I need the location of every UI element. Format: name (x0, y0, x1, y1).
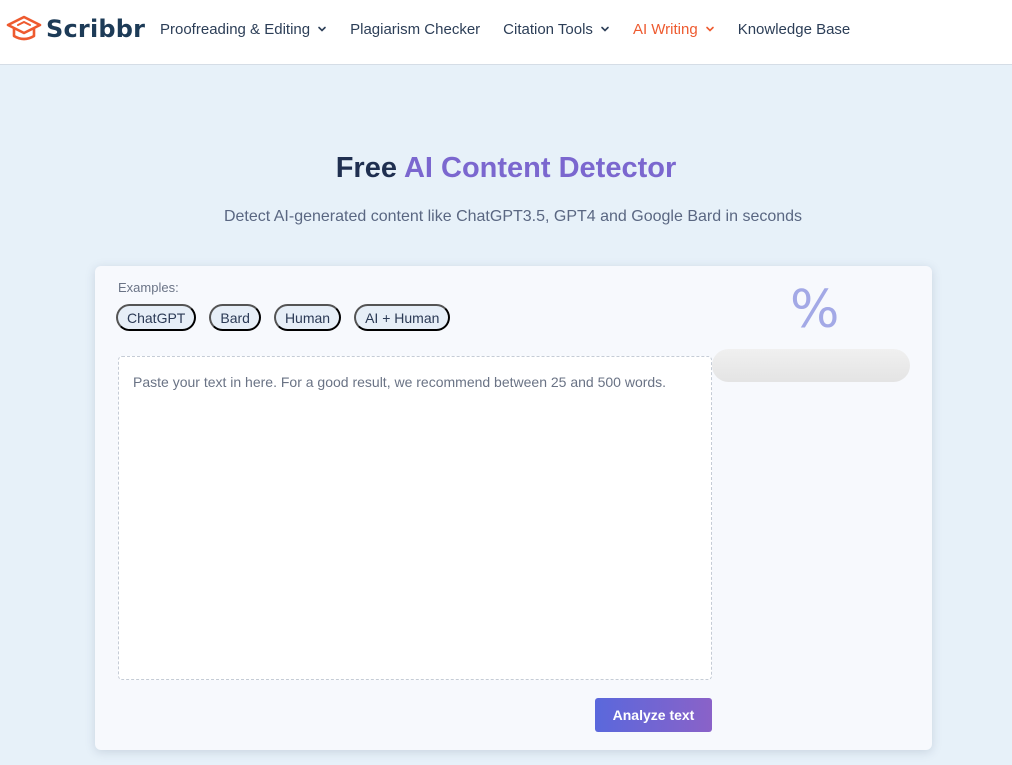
graduation-cap-icon (6, 14, 42, 44)
chevron-down-icon (600, 24, 610, 34)
example-chip-chatgpt[interactable]: ChatGPT (116, 304, 197, 331)
result-progress-bar (712, 349, 910, 382)
ai-percentage-readout: % (790, 280, 840, 340)
example-chips: ChatGPT Bard Human AI + Human (116, 304, 451, 331)
analyze-text-button[interactable]: Analyze text (595, 698, 712, 732)
nav-item-label: Plagiarism Checker (350, 20, 481, 38)
title-accent: AI Content Detector (403, 152, 677, 184)
top-navigation-bar: Scribbr Proofreading & Editing Plagiaris… (0, 0, 1012, 65)
page-title: Free AI Content Detector (0, 152, 1012, 185)
chevron-down-icon (317, 24, 327, 34)
ai-detector-card: Examples: ChatGPT Bard Human AI + Human … (95, 266, 932, 750)
example-chip-bard[interactable]: Bard (209, 304, 261, 331)
scribbr-logo[interactable]: Scribbr (6, 12, 145, 46)
nav-item-proofreading-editing[interactable]: Proofreading & Editing (160, 21, 327, 38)
examples-label: Examples: (118, 280, 179, 295)
title-prefix: Free (335, 152, 397, 184)
nav-item-ai-writing[interactable]: AI Writing (633, 21, 715, 38)
nav-item-label: Proofreading & Editing (160, 20, 311, 38)
nav-item-plagiarism-checker[interactable]: Plagiarism Checker (350, 21, 480, 38)
example-chip-human[interactable]: Human (273, 304, 342, 331)
nav-item-label: AI Writing (632, 20, 698, 38)
nav-item-label: Knowledge Base (737, 20, 851, 38)
nav-item-knowledge-base[interactable]: Knowledge Base (738, 21, 851, 38)
brand-name: Scribbr (46, 15, 146, 43)
nav-item-label: Citation Tools (503, 20, 593, 38)
example-chip-ai-human[interactable]: AI + Human (354, 304, 451, 331)
nav-item-citation-tools[interactable]: Citation Tools (503, 21, 610, 38)
chevron-down-icon (705, 24, 715, 34)
page-subtitle: Detect AI-generated content like ChatGPT… (223, 208, 803, 225)
text-input[interactable] (118, 356, 712, 680)
main-nav: Proofreading & Editing Plagiarism Checke… (160, 0, 873, 58)
